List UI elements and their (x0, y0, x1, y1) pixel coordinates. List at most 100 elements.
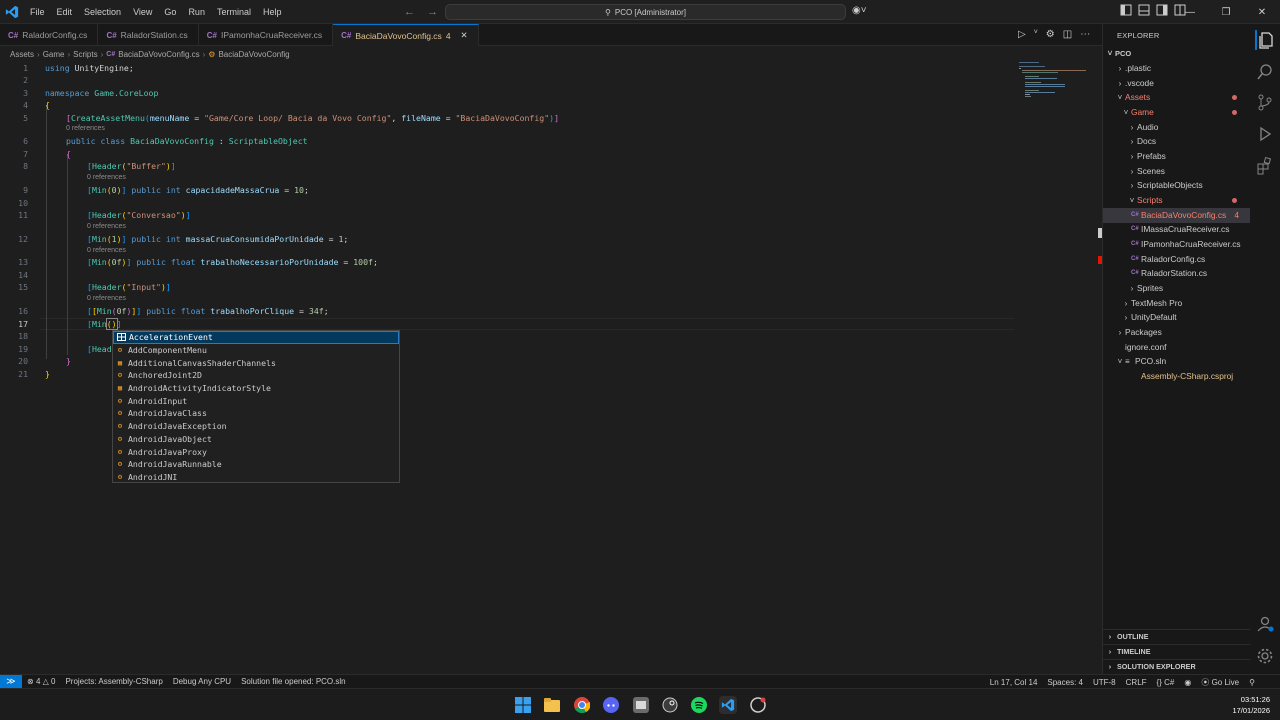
tree-folder-vscode[interactable]: › .vscode (1103, 76, 1251, 91)
tree-file-assembly-csproj[interactable]: Assembly-CSharp.csproj (1103, 369, 1251, 384)
menu-terminal[interactable]: Terminal (211, 0, 257, 24)
split-editor-icon[interactable]: ◫ (1063, 29, 1072, 40)
tree-folder-plastic[interactable]: › .plastic (1103, 61, 1251, 76)
account-icon[interactable] (1255, 614, 1275, 634)
copilot-icon[interactable]: ◉˅ (852, 5, 867, 16)
tree-file-ignoreconf[interactable]: ignore.conf (1103, 340, 1251, 355)
tree-file-raladorstation[interactable]: C# RaladorStation.cs (1103, 266, 1251, 281)
start-menu-icon[interactable] (514, 696, 532, 714)
spotify-icon[interactable] (690, 696, 708, 714)
indentation-status[interactable]: Spaces: 4 (1042, 678, 1088, 687)
extensions-icon[interactable] (1255, 156, 1275, 176)
tree-folder-unitydefault[interactable]: › UnityDefault (1103, 310, 1251, 325)
minimize-icon[interactable]: — (1172, 0, 1208, 24)
tree-folder-sprites[interactable]: › Sprites (1103, 281, 1251, 296)
chrome-icon[interactable] (573, 696, 591, 714)
toggle-panel-icon[interactable] (1138, 4, 1150, 16)
problems-indicator[interactable]: ⊗ 4 △ 0 (22, 677, 60, 686)
tree-folder-assets[interactable]: ˅ Assets (1103, 90, 1251, 105)
tab-ipamonhacruareceiver[interactable]: C# IPamonhaCruaReceiver.cs (199, 24, 334, 46)
tab-baciadavovoconfig[interactable]: C# BaciaDaVovoConfig.cs 4 ✕ (333, 24, 479, 46)
run-icon[interactable]: ▷ (1018, 29, 1026, 40)
settings-gear-icon[interactable]: ⚙ (1046, 29, 1055, 40)
menu-selection[interactable]: Selection (78, 0, 127, 24)
suggestion-item[interactable]: ▦ AdditionalCanvasShaderChannels (113, 356, 399, 369)
back-arrow-icon[interactable]: ← (404, 6, 415, 18)
file-explorer-icon[interactable] (543, 696, 561, 714)
remote-indicator-icon[interactable]: ≫ (0, 674, 22, 689)
breadcrumb-assets[interactable]: Assets (10, 50, 34, 59)
tree-root-pco[interactable]: ˅ PCO (1103, 46, 1251, 61)
breadcrumb-class[interactable]: BaciaDaVovoConfig (218, 50, 289, 59)
chevron-down-icon[interactable]: ˅ (1034, 29, 1038, 40)
tree-file-ipamonhacruareceiver[interactable]: C# IPamonhaCruaReceiver.cs (1103, 237, 1251, 252)
tree-folder-game[interactable]: ˅ Game (1103, 105, 1251, 120)
suggestion-item[interactable]: ⚙ AndroidJavaException (113, 420, 399, 433)
run-debug-icon[interactable] (1255, 124, 1275, 144)
notifications-bell-icon[interactable]: ⚲ (1244, 678, 1260, 687)
suggestion-item[interactable]: ⚙ AndroidJavaClass (113, 407, 399, 420)
suggestion-item[interactable]: ⚙ AndroidJavaRunnable (113, 458, 399, 471)
eol-status[interactable]: CRLF (1121, 678, 1152, 687)
menu-help[interactable]: Help (257, 0, 288, 24)
discord-icon[interactable] (602, 696, 620, 714)
maximize-icon[interactable]: ❐ (1208, 0, 1244, 24)
suggestion-item[interactable]: ⚙ AddComponentMenu (113, 344, 399, 357)
tree-file-baciadavovoconfig[interactable]: C# BaciaDaVovoConfig.cs 4 (1103, 208, 1251, 223)
toggle-sidebar-icon[interactable] (1120, 4, 1132, 16)
tree-folder-scripts[interactable]: ˅ Scripts (1103, 193, 1251, 208)
tree-folder-packages[interactable]: › Packages (1103, 325, 1251, 340)
suggestion-item[interactable]: ⚙ AndroidJavaProxy (113, 445, 399, 458)
cursor-position[interactable]: Ln 17, Col 14 (985, 678, 1043, 687)
menu-edit[interactable]: Edit (51, 0, 79, 24)
toggle-secondary-sidebar-icon[interactable] (1156, 4, 1168, 16)
manage-gear-icon[interactable] (1255, 646, 1275, 666)
system-clock[interactable]: 03:51:26 17/01/2026 (1232, 694, 1270, 716)
tree-folder-prefabs[interactable]: › Prefabs (1103, 149, 1251, 164)
tree-folder-audio[interactable]: › Audio (1103, 120, 1251, 135)
tree-folder-scenes[interactable]: › Scenes (1103, 164, 1251, 179)
menu-go[interactable]: Go (158, 0, 182, 24)
codelens-references[interactable]: 0 references (87, 295, 126, 302)
suggestion-item[interactable]: ▦ AndroidActivityIndicatorStyle (113, 382, 399, 395)
tree-file-imassacruareceiver[interactable]: C# IMassaCruaReceiver.cs (1103, 222, 1251, 237)
section-outline[interactable]: › OUTLINE (1103, 629, 1251, 644)
more-actions-icon[interactable]: ⋯ (1080, 29, 1090, 40)
minimap[interactable] (1014, 61, 1098, 101)
search-icon[interactable] (1255, 62, 1275, 82)
app-icon[interactable] (749, 696, 767, 714)
tree-folder-textmeshpro[interactable]: › TextMesh Pro (1103, 296, 1251, 311)
tab-raladorconfig[interactable]: C# RaladorConfig.cs (0, 24, 99, 46)
app-icon[interactable] (632, 696, 650, 714)
tree-file-raladorconfig[interactable]: C# RaladorConfig.cs (1103, 252, 1251, 267)
close-window-icon[interactable]: ✕ (1244, 0, 1280, 24)
projects-status[interactable]: Projects: Assembly-CSharp (60, 677, 167, 686)
menu-view[interactable]: View (127, 0, 158, 24)
codelens-references[interactable]: 0 references (66, 125, 105, 132)
encoding-status[interactable]: UTF-8 (1088, 678, 1121, 687)
codelens-references[interactable]: 0 references (87, 223, 126, 230)
go-live-button[interactable]: ⦿ Go Live (1196, 677, 1244, 688)
tab-raladorstation[interactable]: C# RaladorStation.cs (98, 24, 199, 46)
suggestion-item[interactable]: ⚙ AndroidInput (113, 394, 399, 407)
suggestion-item[interactable]: ⚙ AndroidJavaObject (113, 433, 399, 446)
debug-config-status[interactable]: Debug Any CPU (168, 677, 236, 686)
solution-status[interactable]: Solution file opened: PCO.sln (236, 677, 351, 686)
close-tab-icon[interactable]: ✕ (461, 30, 468, 41)
menu-run[interactable]: Run (182, 0, 211, 24)
menu-file[interactable]: File (24, 0, 51, 24)
language-mode[interactable]: {} C# (1152, 678, 1180, 687)
explorer-icon[interactable] (1255, 30, 1275, 50)
breadcrumb-game[interactable]: Game (43, 50, 65, 59)
forward-arrow-icon[interactable]: → (427, 6, 438, 18)
breadcrumb-scripts[interactable]: Scripts (73, 50, 97, 59)
source-control-icon[interactable] (1255, 92, 1275, 112)
suggestion-item[interactable]: ⚙ AndroidJNI (113, 471, 399, 484)
tree-file-pcosln[interactable]: ˅ ≡ PCO.sln (1103, 354, 1251, 369)
section-timeline[interactable]: › TIMELINE (1103, 644, 1251, 659)
suggestion-item[interactable]: ⚙ AnchoredJoint2D (113, 369, 399, 382)
vscode-taskbar-icon[interactable] (719, 696, 737, 714)
command-center[interactable]: ⚲ PCO [Administrator] (445, 4, 846, 20)
steam-icon[interactable] (661, 696, 679, 714)
suggestion-item[interactable]: AccelerationEvent (113, 331, 399, 344)
